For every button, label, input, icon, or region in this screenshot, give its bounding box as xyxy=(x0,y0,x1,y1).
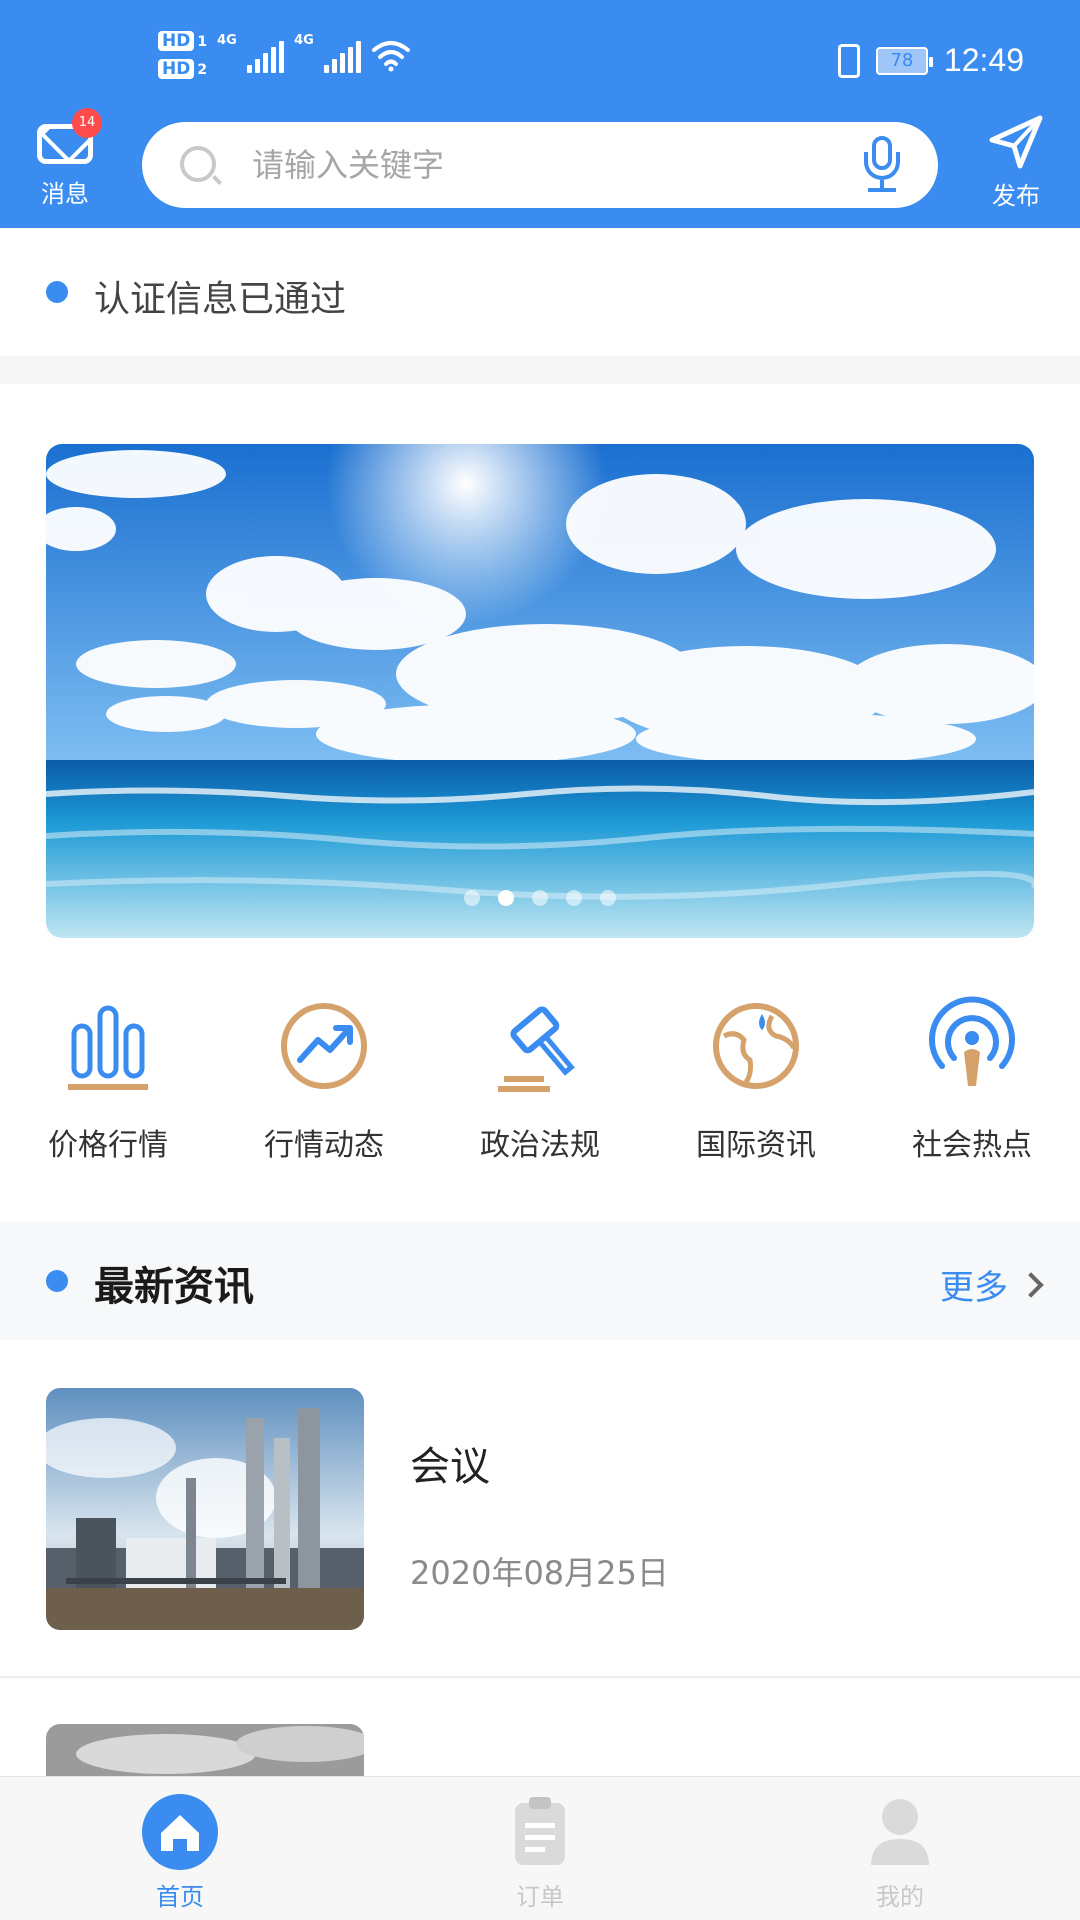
category-price[interactable]: 价格行情 xyxy=(0,996,216,1186)
message-count-badge: 14 xyxy=(72,108,102,138)
tab-label: 首页 xyxy=(156,1883,204,1911)
tab-home[interactable]: 首页 xyxy=(100,1793,260,1912)
search-input[interactable] xyxy=(252,122,792,208)
banner-dot[interactable] xyxy=(498,890,514,906)
banner-pagination[interactable] xyxy=(46,890,1034,906)
gavel-icon xyxy=(490,996,590,1096)
search-bar[interactable] xyxy=(142,122,938,208)
publish-button[interactable]: 发布 xyxy=(978,112,1054,216)
messages-button[interactable]: 14 消息 xyxy=(30,108,102,216)
news-item-date: 2020年08月25日 xyxy=(410,1554,669,1592)
status-bar-left: HD 1 HD 2 4G 4G xyxy=(158,30,411,80)
verification-text: 认证信息已通过 xyxy=(94,279,347,320)
clipboard-icon xyxy=(515,1797,565,1865)
status-bar-right: 78 12:49 xyxy=(837,42,1024,79)
battery-icon: 78 xyxy=(875,46,933,75)
send-icon xyxy=(989,115,1043,169)
hd-indicators: HD 1 HD 2 xyxy=(158,30,207,80)
signal-icon-2: 4G xyxy=(294,33,362,73)
globe-icon xyxy=(706,996,806,1096)
category-label: 社会热点 xyxy=(912,1128,1032,1163)
search-icon xyxy=(180,146,216,182)
publish-label: 发布 xyxy=(992,182,1040,210)
hd1-sub: 1 xyxy=(197,34,208,50)
hd1-badge: HD xyxy=(158,31,195,51)
category-international[interactable]: 国际资讯 xyxy=(648,996,864,1186)
latest-news-title: 最新资讯 xyxy=(94,1264,254,1310)
category-label: 价格行情 xyxy=(48,1128,168,1163)
broadcast-icon xyxy=(922,996,1022,1096)
tab-label: 订单 xyxy=(516,1883,564,1911)
microphone-icon[interactable] xyxy=(862,136,902,194)
category-social-hotspots[interactable]: 社会热点 xyxy=(864,996,1080,1186)
tab-profile[interactable]: 我的 xyxy=(820,1793,980,1912)
chevron-right-icon xyxy=(1018,1271,1044,1298)
latest-news-header: 最新资讯 更多 xyxy=(0,1222,1080,1340)
category-grid: 价格行情 行情动态 政治法规 国际资讯 社会热点 xyxy=(0,996,1080,1186)
hd2-badge: HD xyxy=(158,59,195,79)
banner-dot[interactable] xyxy=(532,890,548,906)
news-list-item[interactable]: 会议 2020年08月25日 xyxy=(0,1352,1080,1646)
bottom-tab-bar: 首页 订单 我的 xyxy=(0,1776,1080,1920)
category-market-trends[interactable]: 行情动态 xyxy=(216,996,432,1186)
signal-icon: 4G xyxy=(217,33,285,73)
banner-image xyxy=(46,444,1034,938)
status-dot xyxy=(46,281,68,303)
list-divider xyxy=(0,1676,1080,1678)
trend-icon xyxy=(274,996,374,1096)
bar-chart-icon xyxy=(58,996,158,1096)
messages-label: 消息 xyxy=(41,180,89,208)
category-label: 行情动态 xyxy=(264,1128,384,1163)
category-label: 国际资讯 xyxy=(696,1128,816,1163)
home-icon xyxy=(142,1794,218,1870)
tab-orders[interactable]: 订单 xyxy=(460,1793,620,1912)
battery-level: 78 xyxy=(890,50,914,71)
vibrate-icon xyxy=(837,43,860,78)
banner-dot[interactable] xyxy=(600,890,616,906)
clock: 12:49 xyxy=(943,42,1024,78)
network-type-1: 4G xyxy=(217,33,237,48)
banner-dot[interactable] xyxy=(464,890,480,906)
category-politics-law[interactable]: 政治法规 xyxy=(432,996,648,1186)
hd2-sub: 2 xyxy=(197,62,208,78)
network-type-2: 4G xyxy=(294,33,314,48)
banner-dot[interactable] xyxy=(566,890,582,906)
tab-label: 我的 xyxy=(876,1883,924,1911)
verification-status: 认证信息已通过 xyxy=(0,228,1080,356)
category-label: 政治法规 xyxy=(480,1128,600,1163)
banner-carousel[interactable] xyxy=(46,444,1034,938)
section-dot xyxy=(46,1270,68,1292)
app-header: HD 1 HD 2 4G 4G 78 12:49 14 消息 请输入关键字 发布 xyxy=(0,0,1080,228)
user-icon xyxy=(871,1799,929,1865)
more-label: 更多 xyxy=(940,1268,1008,1308)
wifi-icon xyxy=(372,41,411,72)
news-thumbnail xyxy=(46,1388,364,1630)
section-divider xyxy=(0,356,1080,384)
more-link[interactable]: 更多 xyxy=(940,1260,1044,1309)
news-item-title: 会议 xyxy=(410,1444,490,1490)
